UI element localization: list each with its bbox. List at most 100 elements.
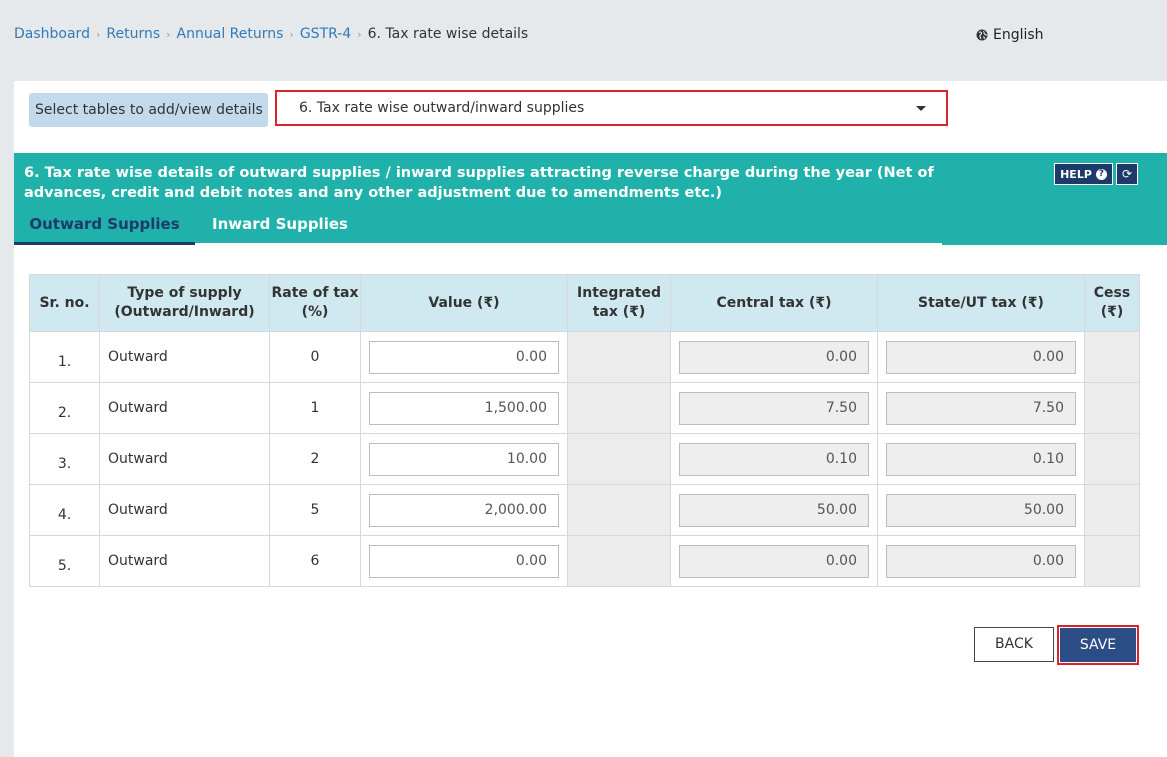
cell-value: 0.00 bbox=[360, 535, 568, 587]
select-tables-label: Select tables to add/view details bbox=[29, 93, 268, 127]
cell-type: Outward bbox=[99, 382, 270, 434]
cell-central-tax: 0.00 bbox=[670, 535, 878, 587]
cell-rate: 1 bbox=[269, 382, 361, 434]
state-tax-field: 0.00 bbox=[886, 544, 1076, 578]
cell-rate: 2 bbox=[269, 433, 361, 485]
central-tax-field: 0.10 bbox=[679, 442, 869, 476]
cell-rate: 6 bbox=[269, 535, 361, 587]
cell-type: Outward bbox=[99, 331, 270, 383]
table-row: 2. Outward 1 1,500.00 7.50 7.50 bbox=[29, 382, 1140, 434]
cell-integrated-tax bbox=[567, 331, 671, 383]
cell-rate: 5 bbox=[269, 484, 361, 536]
value-input[interactable]: 2,000.00 bbox=[369, 493, 559, 527]
header-central-tax: Central tax (₹) bbox=[670, 274, 878, 332]
cell-state-tax: 50.00 bbox=[877, 484, 1085, 536]
tax-rate-table: Sr. no. Type of supply (Outward/Inward) … bbox=[29, 274, 1140, 587]
central-tax-field: 7.50 bbox=[679, 391, 869, 425]
cell-integrated-tax bbox=[567, 535, 671, 587]
cell-cess bbox=[1084, 382, 1140, 434]
state-tax-field: 50.00 bbox=[886, 493, 1076, 527]
breadcrumb-annual-returns[interactable]: Annual Returns bbox=[177, 26, 284, 42]
breadcrumb-separator: › bbox=[95, 27, 101, 41]
value-input[interactable]: 10.00 bbox=[369, 442, 559, 476]
cell-central-tax: 0.00 bbox=[670, 331, 878, 383]
cell-type: Outward bbox=[99, 535, 270, 587]
breadcrumb-dashboard[interactable]: Dashboard bbox=[14, 26, 90, 42]
breadcrumb-separator: › bbox=[166, 27, 171, 41]
central-tax-field: 0.00 bbox=[679, 340, 869, 374]
cell-rate: 0 bbox=[269, 331, 361, 383]
state-tax-field: 0.00 bbox=[886, 340, 1076, 374]
header-value: Value (₹) bbox=[360, 274, 568, 332]
table-select-dropdown[interactable]: 6. Tax rate wise outward/inward supplies bbox=[275, 90, 948, 126]
cell-type: Outward bbox=[99, 433, 270, 485]
value-input[interactable]: 0.00 bbox=[369, 340, 559, 374]
breadcrumb-current: 6. Tax rate wise details bbox=[367, 26, 529, 42]
globe-icon bbox=[976, 29, 988, 41]
caret-down-icon bbox=[916, 106, 926, 111]
main-card: Select tables to add/view details 6. Tax… bbox=[14, 81, 1167, 757]
cell-state-tax: 0.00 bbox=[877, 535, 1085, 587]
central-tax-field: 0.00 bbox=[679, 544, 869, 578]
cell-sr-no: 1. bbox=[29, 331, 100, 383]
cell-sr-no: 2. bbox=[29, 382, 100, 434]
refresh-icon: ⟳ bbox=[1121, 167, 1133, 181]
header-sr-no: Sr. no. bbox=[29, 274, 100, 332]
refresh-button[interactable]: ⟳ bbox=[1116, 163, 1138, 185]
cell-integrated-tax bbox=[567, 484, 671, 536]
cell-value: 2,000.00 bbox=[360, 484, 568, 536]
language-label: English bbox=[993, 27, 1044, 43]
breadcrumb-returns[interactable]: Returns bbox=[106, 26, 160, 42]
table-select-value: 6. Tax rate wise outward/inward supplies bbox=[299, 100, 585, 116]
cell-cess bbox=[1084, 433, 1140, 485]
state-tax-field: 0.10 bbox=[886, 442, 1076, 476]
tab-underline bbox=[195, 243, 942, 245]
table-row: 1. Outward 0 0.00 0.00 0.00 bbox=[29, 331, 1140, 383]
cell-cess bbox=[1084, 535, 1140, 587]
value-input[interactable]: 0.00 bbox=[369, 544, 559, 578]
cell-value: 0.00 bbox=[360, 331, 568, 383]
question-circle-icon: ? bbox=[1095, 168, 1107, 180]
back-button[interactable]: BACK bbox=[974, 627, 1054, 662]
header-rate-of-tax: Rate of tax (%) bbox=[269, 274, 361, 332]
cell-sr-no: 5. bbox=[29, 535, 100, 587]
breadcrumb: Dashboard › Returns › Annual Returns › G… bbox=[14, 26, 528, 42]
cell-sr-no: 3. bbox=[29, 433, 100, 485]
cell-cess bbox=[1084, 484, 1140, 536]
cell-integrated-tax bbox=[567, 382, 671, 434]
tab-inward-supplies[interactable]: Inward Supplies bbox=[212, 213, 348, 245]
header-state-ut-tax: State/UT tax (₹) bbox=[877, 274, 1085, 332]
breadcrumb-separator: › bbox=[357, 27, 362, 41]
supply-tabs: Outward Supplies Inward Supplies bbox=[14, 213, 942, 245]
header-cess: Cess (₹) bbox=[1084, 274, 1140, 332]
help-button[interactable]: HELP ? bbox=[1054, 163, 1113, 185]
cell-value: 10.00 bbox=[360, 433, 568, 485]
cell-state-tax: 0.00 bbox=[877, 331, 1085, 383]
cell-cess bbox=[1084, 331, 1140, 383]
table-header-row: Sr. no. Type of supply (Outward/Inward) … bbox=[29, 274, 1140, 332]
cell-state-tax: 7.50 bbox=[877, 382, 1085, 434]
header-integrated-tax: Integrated tax (₹) bbox=[567, 274, 671, 332]
breadcrumb-separator: › bbox=[289, 27, 294, 41]
cell-central-tax: 0.10 bbox=[670, 433, 878, 485]
top-bar: Dashboard › Returns › Annual Returns › G… bbox=[0, 0, 1167, 70]
state-tax-field: 7.50 bbox=[886, 391, 1076, 425]
value-input[interactable]: 1,500.00 bbox=[369, 391, 559, 425]
breadcrumb-gstr4[interactable]: GSTR-4 bbox=[300, 26, 351, 42]
cell-sr-no: 4. bbox=[29, 484, 100, 536]
language-selector[interactable]: English bbox=[976, 27, 1044, 43]
table-row: 3. Outward 2 10.00 0.10 0.10 bbox=[29, 433, 1140, 485]
help-label: HELP bbox=[1060, 167, 1092, 181]
cell-central-tax: 7.50 bbox=[670, 382, 878, 434]
central-tax-field: 50.00 bbox=[679, 493, 869, 527]
header-type-of-supply: Type of supply (Outward/Inward) bbox=[99, 274, 270, 332]
cell-central-tax: 50.00 bbox=[670, 484, 878, 536]
cell-integrated-tax bbox=[567, 433, 671, 485]
section-title: 6. Tax rate wise details of outward supp… bbox=[24, 165, 934, 201]
cell-type: Outward bbox=[99, 484, 270, 536]
save-button[interactable]: SAVE bbox=[1060, 628, 1136, 662]
tab-outward-supplies[interactable]: Outward Supplies bbox=[14, 213, 195, 245]
section-header: 6. Tax rate wise details of outward supp… bbox=[14, 153, 1167, 245]
cell-value: 1,500.00 bbox=[360, 382, 568, 434]
save-button-highlight: SAVE bbox=[1057, 625, 1139, 665]
